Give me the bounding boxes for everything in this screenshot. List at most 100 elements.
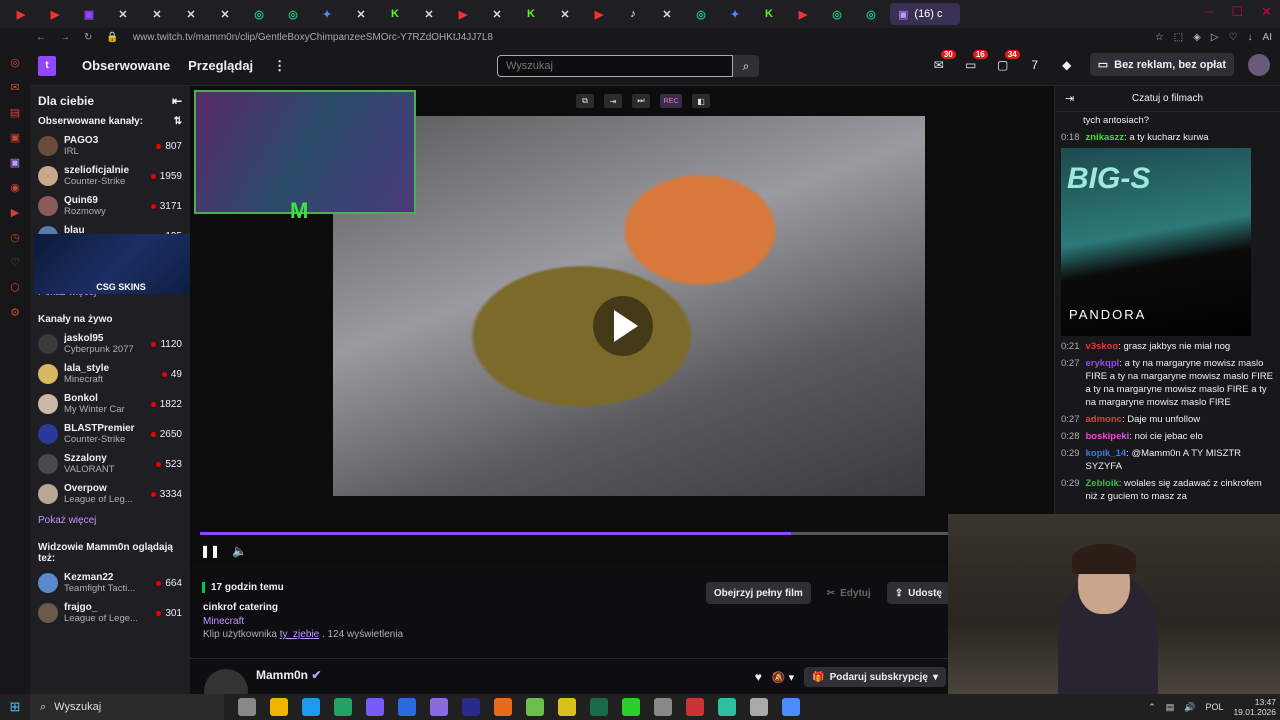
pause-icon[interactable]: ❚❚ — [200, 544, 220, 558]
notification-bell-icon[interactable]: 🔕 ▾ — [772, 671, 794, 684]
taskbar-app-icon[interactable] — [270, 698, 288, 716]
taskbar-app-icon[interactable] — [398, 698, 416, 716]
settings-icon[interactable]: ⚙ — [10, 306, 20, 319]
clock[interactable]: 13:47 19.01.2026 — [1233, 697, 1276, 717]
taskbar-app-icon[interactable] — [718, 698, 736, 716]
kick-tab-icon[interactable]: K — [754, 3, 784, 25]
x-tab-icon[interactable]: ✕ — [346, 3, 376, 25]
channel-item[interactable]: Bonkol My Winter Car 1822 — [30, 389, 190, 419]
inbox-icon[interactable]: ✉ 30 — [930, 49, 956, 74]
play-ext-icon[interactable]: ▷ — [1211, 32, 1219, 43]
user-avatar[interactable] — [1248, 53, 1270, 76]
x-tab-icon[interactable]: ✕ — [482, 3, 512, 25]
show-more-live[interactable]: Pokaż więcej — [30, 509, 190, 534]
youtube-tab-icon[interactable]: ▶ — [6, 3, 36, 25]
taskbar-app-icon[interactable] — [750, 698, 768, 716]
taskbar-app-icon[interactable] — [302, 698, 320, 716]
taskbar-search[interactable]: ⌕ Wyszukaj — [30, 694, 224, 720]
video-player[interactable]: M ⧉ ⇥ ⏭ REC ◧ ❚❚ 🔈 — [190, 86, 1054, 564]
channel-name[interactable]: Mamm0n ✔ — [256, 668, 321, 682]
strip-icon-9[interactable]: ♡ — [10, 256, 20, 269]
taskbar-app-icon[interactable] — [622, 698, 640, 716]
taskbar-app-icon[interactable] — [238, 698, 256, 716]
watch-full-button[interactable]: Obejrzyj pełny film — [705, 582, 811, 604]
chatgpt-tab-icon[interactable]: ◎ — [278, 3, 308, 25]
rec-button[interactable]: REC — [660, 94, 682, 108]
windows-start-icon[interactable]: ⊞ — [0, 699, 30, 715]
strip-icon-6[interactable]: ◉ — [10, 181, 20, 194]
channel-item[interactable]: Szzalony VALORANT 523 — [30, 449, 190, 479]
site-info-icon[interactable]: 🔒 — [106, 32, 118, 43]
x-tab-icon[interactable]: ✕ — [176, 3, 206, 25]
pandora-ad[interactable]: BIG-S PANDORA — [1061, 148, 1251, 336]
clip-author-link[interactable]: ty_zjebie — [280, 629, 319, 640]
kick-tab-icon[interactable]: K — [516, 3, 546, 25]
channel-item[interactable]: PAGO3 IRL 807 — [30, 131, 190, 161]
notifications-icon[interactable]: ▢ 34 — [994, 49, 1020, 74]
network-icon[interactable]: ▤ — [1166, 702, 1175, 713]
channel-item[interactable]: frajgo_ League of Lege... 301 — [30, 598, 190, 628]
strip-icon-2[interactable]: ✉ — [10, 81, 19, 94]
progress-bar[interactable] — [200, 532, 948, 535]
maximize-icon[interactable]: ☐ — [1231, 4, 1243, 20]
tiktok-tab-icon[interactable]: ♪ — [618, 3, 648, 25]
back-icon[interactable]: ← — [36, 32, 46, 43]
minimize-icon[interactable]: ─ — [1204, 4, 1213, 20]
strip-icon-8[interactable]: ◷ — [10, 231, 20, 244]
taskbar-app-icon[interactable] — [366, 698, 384, 716]
youtube-tab-icon[interactable]: ▶ — [40, 3, 70, 25]
edit-button[interactable]: ✂ Edytuj — [819, 582, 879, 604]
x-tab-icon[interactable]: ✕ — [652, 3, 682, 25]
channel-item[interactable]: Overpow League of Leg... 3334 — [30, 479, 190, 509]
ai-button[interactable]: AI — [1263, 32, 1272, 43]
channel-item[interactable]: szelioficjalnie Counter-Strike 1959 — [30, 161, 190, 191]
forward-icon[interactable]: → — [60, 32, 70, 43]
strip-icon-5[interactable]: ▣ — [10, 156, 20, 169]
collapse-sidebar-icon[interactable]: ⇤ — [172, 94, 182, 108]
taskbar-app-icon[interactable] — [782, 698, 800, 716]
chat-username[interactable]: admonc — [1086, 414, 1122, 425]
whispers-icon[interactable]: ▭ 16 — [962, 49, 988, 74]
collapse-chat-icon[interactable]: ⇥ — [1065, 92, 1074, 105]
extension-icon[interactable]: ⬚ — [1174, 32, 1183, 43]
enter-icon[interactable]: ⇥ — [604, 94, 622, 108]
taskbar-app-icon[interactable] — [334, 698, 352, 716]
bits-icon[interactable]: ◆ — [1058, 56, 1076, 74]
kick-tab-icon[interactable]: K — [380, 3, 410, 25]
strip-icon-1[interactable]: ◎ — [10, 56, 20, 69]
twitch-tab-icon[interactable]: ▣ — [74, 3, 104, 25]
chat-username[interactable]: erykqpl — [1086, 358, 1120, 369]
gemini-tab-icon[interactable]: ✦ — [720, 3, 750, 25]
gift-sub-button[interactable]: 🎁 Podaruj subskrypcję ▾ — [804, 667, 946, 687]
channel-item[interactable]: lala_style Minecraft 49 — [30, 359, 190, 389]
no-ads-button[interactable]: ▭ Bez reklam, bez opłat — [1089, 53, 1234, 76]
search-input[interactable] — [497, 55, 733, 77]
x-tab-icon[interactable]: ✕ — [210, 3, 240, 25]
url-field[interactable]: www.twitch.tv/mamm0n/clip/GentleBoxyChim… — [133, 32, 493, 43]
youtube-tab-icon[interactable]: ▶ — [788, 3, 818, 25]
chat-username[interactable]: kopik_14 — [1086, 448, 1127, 459]
x-tab-icon[interactable]: ✕ — [550, 3, 580, 25]
volume-tray-icon[interactable]: 🔊 — [1184, 702, 1195, 713]
taskbar-app-icon[interactable] — [526, 698, 544, 716]
follow-heart-icon[interactable]: ♥ — [755, 670, 762, 684]
channel-item[interactable]: Quin69 Rozmowy 3171 — [30, 191, 190, 221]
volume-icon[interactable]: 🔈 — [232, 544, 247, 558]
share-button[interactable]: ⇪ Udostę — [886, 582, 950, 604]
chatgpt-tab-icon[interactable]: ◎ — [686, 3, 716, 25]
taskbar-app-icon[interactable] — [590, 698, 608, 716]
taskbar-app-icon[interactable] — [558, 698, 576, 716]
strip-icon-4[interactable]: ▣ — [10, 131, 20, 144]
gemini-tab-icon[interactable]: ✦ — [312, 3, 342, 25]
x-tab-icon[interactable]: ✕ — [108, 3, 138, 25]
sort-icon[interactable]: ⇅ — [174, 116, 182, 127]
chat-username[interactable]: Zebloik — [1086, 478, 1119, 489]
channel-item[interactable]: BLASTPremier Counter-Strike 2650 — [30, 419, 190, 449]
chatgpt-tab-icon[interactable]: ◎ — [856, 3, 886, 25]
taskbar-app-icon[interactable] — [686, 698, 704, 716]
x-tab-icon[interactable]: ✕ — [414, 3, 444, 25]
close-icon[interactable]: ✕ — [1261, 4, 1272, 20]
language-indicator[interactable]: POL — [1205, 702, 1223, 712]
tab-active[interactable]: ▣ (16) c — [890, 3, 960, 25]
strip-icon-7[interactable]: ▶ — [11, 206, 19, 219]
